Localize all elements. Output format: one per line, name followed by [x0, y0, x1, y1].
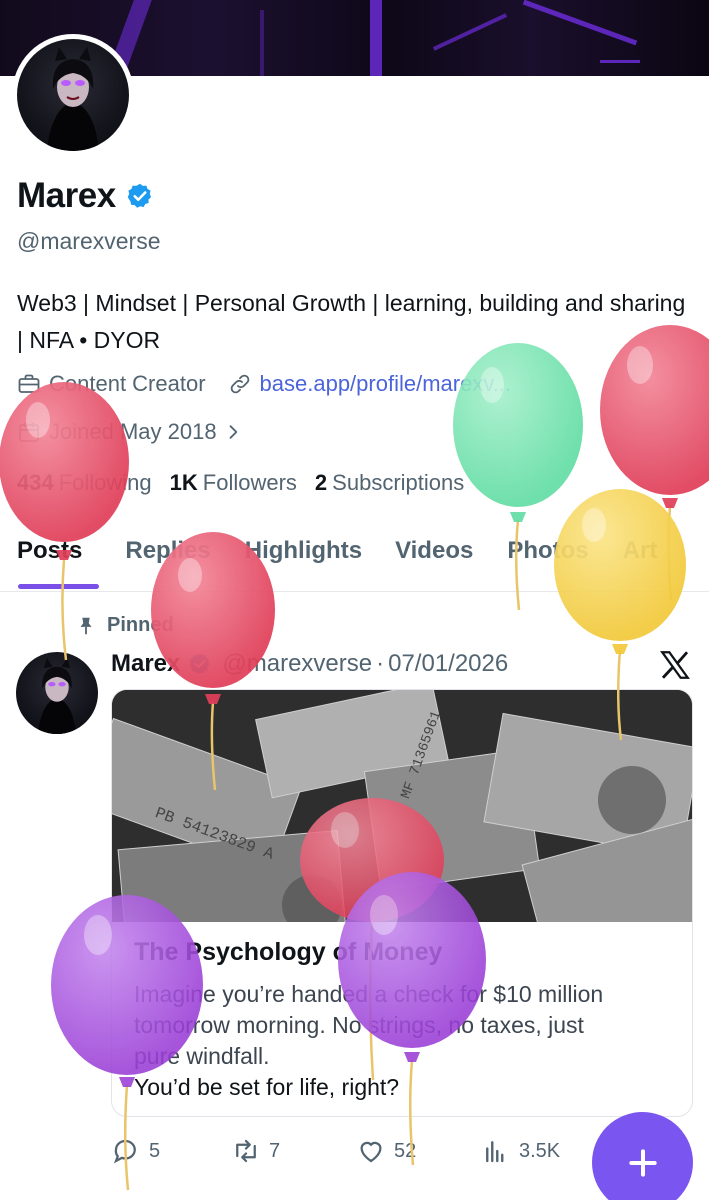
pinned-indicator: Pinned [75, 614, 174, 637]
verified-badge-icon[interactable] [126, 182, 154, 210]
like-count: 52 [394, 1139, 417, 1162]
profile-handle: @marexverse [17, 228, 161, 254]
post-separator: · [376, 650, 385, 677]
post-author-handle[interactable]: @marexverse [222, 650, 372, 678]
profile-bio: Web3 | Mindset | Personal Growth | learn… [17, 290, 686, 353]
follow-stats: 434 Following 1K Followers 2 Subscriptions [17, 470, 464, 496]
profile-link[interactable]: base.app/profile/marexv... [260, 371, 512, 397]
briefcase-icon [18, 374, 40, 393]
following-stat[interactable]: 434 Following [17, 470, 152, 496]
repost-icon [236, 1139, 256, 1163]
profile-name-row: Marex [17, 176, 154, 216]
reply-icon [113, 1139, 136, 1164]
like-button[interactable]: 52 [356, 1136, 416, 1166]
verified-badge-icon [189, 653, 210, 675]
article-card[interactable]: PB 54123829 A MF 71365961 The Psychology… [111, 689, 693, 1117]
reply-count: 5 [149, 1139, 161, 1162]
tab-photos[interactable]: Photos [490, 520, 605, 591]
profile-joined: Joined May 2018 [49, 419, 217, 444]
profile-tabs: Posts Replies Highlights Videos Photos A… [0, 520, 709, 592]
pin-icon [80, 617, 92, 634]
views-button[interactable]: 3.5K [481, 1136, 560, 1166]
chevron-right-icon [229, 425, 237, 439]
display-name: Marex [17, 176, 116, 215]
like-icon [360, 1141, 382, 1163]
link-icon [230, 374, 249, 394]
article-excerpt: Imagine you’re handed a check for $10 mi… [134, 981, 604, 1100]
subscriptions-stat[interactable]: 2 Subscriptions [315, 470, 464, 496]
post-date: 07/01/2026 [388, 650, 509, 677]
tab-replies[interactable]: Replies [99, 520, 227, 591]
profile-joined-row[interactable]: Joined May 2018 [17, 419, 243, 445]
plus-icon [628, 1148, 657, 1177]
tab-videos[interactable]: Videos [379, 520, 490, 591]
article-title: The Psychology of Money [134, 938, 443, 966]
views-icon [486, 1141, 504, 1163]
reply-button[interactable]: 5 [111, 1136, 160, 1166]
post-actions: 5 7 52 3.5K [111, 1128, 591, 1168]
pinned-label: Pinned [107, 614, 174, 636]
tab-art[interactable]: Art [606, 520, 675, 591]
repost-count: 7 [269, 1139, 281, 1162]
article-image: PB 54123829 A MF 71365961 [112, 690, 692, 922]
views-count: 3.5K [519, 1139, 561, 1162]
balloon-green [453, 343, 583, 522]
profile-avatar[interactable] [12, 34, 134, 156]
followers-stat[interactable]: 1K Followers [170, 470, 297, 496]
tab-posts[interactable]: Posts [0, 520, 100, 591]
calendar-icon [19, 423, 39, 442]
tab-highlights[interactable]: Highlights [228, 520, 379, 591]
profile-meta-row: Content Creator base.app/profile/marexv.… [17, 371, 511, 397]
x-logo-icon [660, 651, 690, 679]
post-author-avatar[interactable] [16, 652, 98, 734]
post-header: Marex @marexverse · 07/01/2026 [111, 650, 508, 678]
profile-category: Content Creator [49, 371, 206, 396]
repost-button[interactable]: 7 [231, 1136, 280, 1166]
compose-button[interactable] [592, 1112, 693, 1200]
post-author-name[interactable]: Marex [111, 650, 180, 678]
